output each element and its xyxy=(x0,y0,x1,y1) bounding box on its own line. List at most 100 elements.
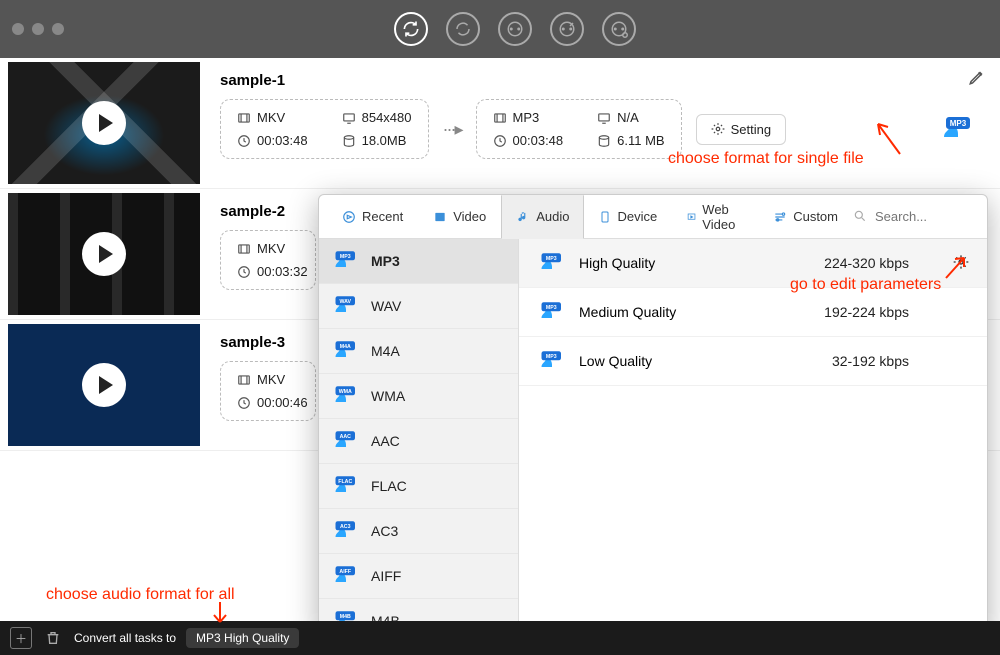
rename-icon[interactable] xyxy=(968,68,986,91)
quality-bitrate: 192-224 kbps xyxy=(824,304,909,320)
clock-icon xyxy=(237,265,251,279)
list-item: sample-1 MKV 00:03:48 854x480 18.0MB ···… xyxy=(0,58,1000,189)
format-option-aiff[interactable]: AIFF AIFF xyxy=(319,554,518,599)
quality-option[interactable]: MP3 High Quality 224-320 kbps xyxy=(519,239,987,288)
bottom-bar: ＋ Convert all tasks to MP3 High Quality xyxy=(0,621,1000,655)
play-icon xyxy=(81,362,127,408)
quality-name: High Quality xyxy=(579,255,655,271)
add-file-button[interactable]: ＋ xyxy=(10,627,32,649)
svg-text:MP3: MP3 xyxy=(546,354,557,360)
format-badge-icon: AAC xyxy=(331,429,361,453)
quality-bitrate: 32-192 kbps xyxy=(832,353,909,369)
svg-text:WMA: WMA xyxy=(339,389,352,395)
recent-icon xyxy=(342,210,356,224)
output-format-icon[interactable]: MP3 xyxy=(938,113,978,145)
source-info-box: MKV 00:00:46 xyxy=(220,361,316,421)
delete-button[interactable] xyxy=(42,627,64,649)
search-icon xyxy=(853,209,867,223)
minimize-dot[interactable] xyxy=(32,23,44,35)
quality-list: MP3 High Quality 224-320 kbps MP3 Medium… xyxy=(519,239,987,633)
disk-icon xyxy=(342,134,356,148)
screen-icon xyxy=(342,111,356,125)
svg-text:AIFF: AIFF xyxy=(339,569,351,575)
video-thumbnail[interactable] xyxy=(8,324,200,446)
format-label: AIFF xyxy=(371,568,401,584)
tool-2-icon[interactable] xyxy=(446,12,480,46)
format-option-wma[interactable]: WMA WMA xyxy=(319,374,518,419)
video-icon xyxy=(433,210,447,224)
search-input[interactable] xyxy=(853,205,973,228)
svg-text:AAC: AAC xyxy=(340,434,352,440)
format-label: M4A xyxy=(371,343,400,359)
tab-device[interactable]: Device xyxy=(584,195,672,239)
format-option-ac3[interactable]: AC3 AC3 xyxy=(319,509,518,554)
screen-icon xyxy=(597,111,611,125)
format-badge-icon: M4A xyxy=(331,339,361,363)
tab-custom[interactable]: Custom xyxy=(758,195,853,239)
tab-video[interactable]: Video xyxy=(418,195,501,239)
format-badge-icon: MP3 xyxy=(331,249,361,273)
convert-all-label: Convert all tasks to xyxy=(74,631,176,645)
file-title: sample-1 xyxy=(220,66,988,99)
tab-audio[interactable]: Audio xyxy=(501,195,584,239)
quality-option[interactable]: MP3 Low Quality 32-192 kbps xyxy=(519,337,987,386)
source-info-box: MKV 00:03:48 854x480 18.0MB xyxy=(220,99,429,159)
device-icon xyxy=(599,209,611,225)
tab-webvideo[interactable]: Web Video xyxy=(672,195,758,239)
clock-icon xyxy=(237,396,251,410)
format-list[interactable]: MP3 MP3 WAV WAV M4A M4A WMA WMA AAC AAC … xyxy=(319,239,519,633)
clock-icon xyxy=(493,134,507,148)
format-badge-icon: MP3 xyxy=(537,349,567,373)
top-toolbar xyxy=(394,12,636,46)
gear-icon xyxy=(711,122,725,136)
svg-text:AC3: AC3 xyxy=(340,524,351,530)
quality-option[interactable]: MP3 Medium Quality 192-224 kbps xyxy=(519,288,987,337)
tool-3-icon[interactable] xyxy=(498,12,532,46)
format-option-flac[interactable]: FLAC FLAC xyxy=(319,464,518,509)
close-dot[interactable] xyxy=(12,23,24,35)
quality-name: Low Quality xyxy=(579,353,652,369)
format-badge-icon: WAV xyxy=(331,294,361,318)
trash-icon xyxy=(45,630,61,646)
format-label: AC3 xyxy=(371,523,398,539)
play-icon xyxy=(81,231,127,277)
format-label: AAC xyxy=(371,433,400,449)
convert-tool-icon[interactable] xyxy=(394,12,428,46)
quality-name: Medium Quality xyxy=(579,304,676,320)
target-info-box: MP3 00:03:48 N/A 6.11 MB xyxy=(476,99,682,159)
svg-text:MP3: MP3 xyxy=(340,254,351,260)
web-icon xyxy=(687,210,696,224)
svg-text:MP3: MP3 xyxy=(546,305,557,311)
play-icon xyxy=(81,100,127,146)
setting-button[interactable]: Setting xyxy=(696,114,786,145)
gear-icon xyxy=(953,254,969,270)
window-controls xyxy=(12,23,64,35)
format-badge-icon: AIFF xyxy=(331,564,361,588)
tool-4-icon[interactable] xyxy=(550,12,584,46)
format-tabs: Recent Video Audio Device Web Video Cust… xyxy=(319,195,987,239)
film-icon xyxy=(237,111,251,125)
format-option-wav[interactable]: WAV WAV xyxy=(319,284,518,329)
svg-text:MP3: MP3 xyxy=(950,119,967,128)
format-label: FLAC xyxy=(371,478,407,494)
format-option-mp3[interactable]: MP3 MP3 xyxy=(319,239,518,284)
film-icon xyxy=(493,111,507,125)
format-label: WAV xyxy=(371,298,401,314)
custom-icon xyxy=(773,210,787,224)
audio-icon xyxy=(516,210,530,224)
format-search[interactable] xyxy=(853,205,973,228)
edit-parameters-button[interactable] xyxy=(953,254,969,273)
tool-5-icon[interactable] xyxy=(602,12,636,46)
disk-icon xyxy=(597,134,611,148)
annotation-all: choose audio format for all xyxy=(46,586,235,604)
format-option-aac[interactable]: AAC AAC xyxy=(319,419,518,464)
tab-recent[interactable]: Recent xyxy=(327,195,418,239)
format-badge-icon: MP3 xyxy=(537,251,567,275)
convert-all-target-dropdown[interactable]: MP3 High Quality xyxy=(186,628,299,648)
format-option-m4a[interactable]: M4A M4A xyxy=(319,329,518,374)
quality-bitrate: 224-320 kbps xyxy=(824,255,909,271)
video-thumbnail[interactable] xyxy=(8,62,200,184)
format-badge-icon: MP3 xyxy=(537,300,567,324)
zoom-dot[interactable] xyxy=(52,23,64,35)
video-thumbnail[interactable] xyxy=(8,193,200,315)
